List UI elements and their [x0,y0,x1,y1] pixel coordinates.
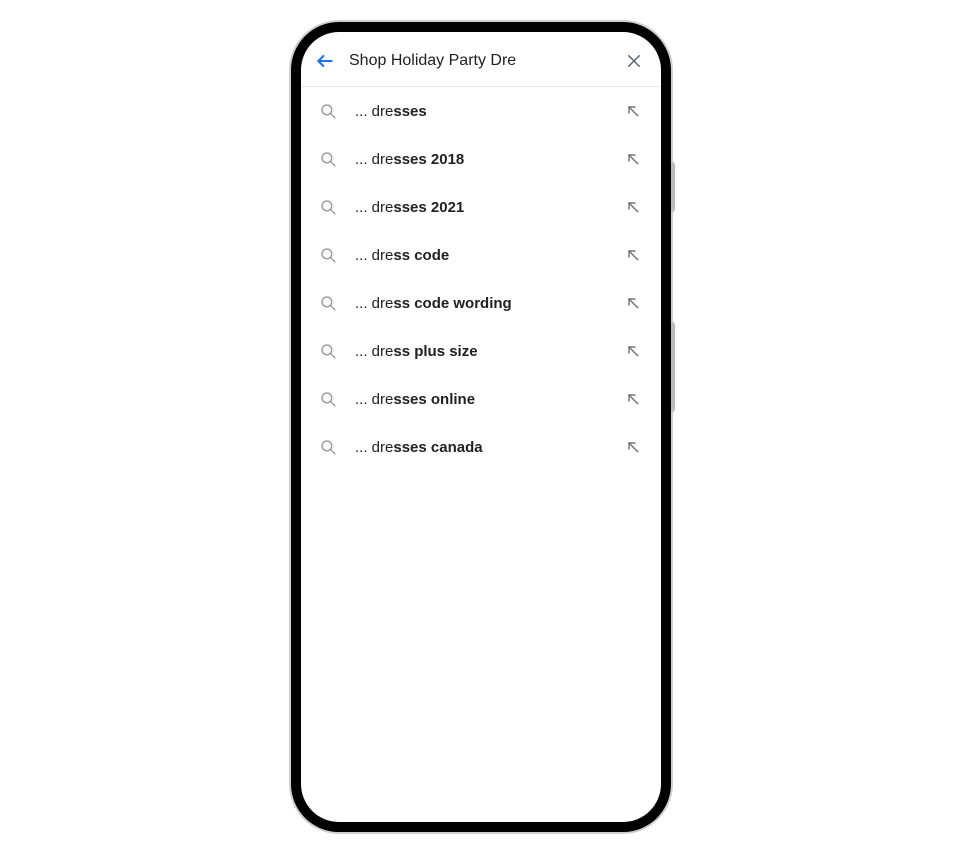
suggestion-icon-wrap [319,438,337,456]
fill-query-button[interactable] [623,341,643,361]
suggestion-bold: sses 2021 [393,199,464,216]
suggestion-icon-wrap [319,102,337,120]
search-header [301,32,661,87]
search-input-wrapper [349,52,607,70]
suggestion-prefix: ... dre [355,391,393,408]
fill-query-button[interactable] [623,437,643,457]
search-icon [319,438,337,456]
suggestion-row[interactable]: ... dresses 2018 [301,135,661,183]
suggestion-prefix: ... dre [355,103,393,120]
suggestion-bold: ss code wording [393,295,511,312]
phone-side-button [671,162,675,212]
suggestion-text: ... dresses 2021 [355,199,605,216]
suggestion-prefix: ... dre [355,247,393,264]
search-icon [319,294,337,312]
suggestion-row[interactable]: ... dress code [301,231,661,279]
suggestion-row[interactable]: ... dresses online [301,375,661,423]
suggestion-row[interactable]: ... dress code wording [301,279,661,327]
suggestion-text: ... dress plus size [355,343,605,360]
screen: ... dresses ... dresses 2018 ... dresses… [301,32,661,822]
search-icon [319,198,337,216]
clear-button[interactable] [621,48,647,74]
arrow-up-left-icon [625,295,641,311]
suggestion-icon-wrap [319,390,337,408]
suggestion-text: ... dresses online [355,391,605,408]
suggestion-text: ... dresses canada [355,439,605,456]
suggestion-prefix: ... dre [355,295,393,312]
back-button[interactable] [315,51,335,71]
fill-query-button[interactable] [623,389,643,409]
search-input[interactable] [349,52,607,70]
suggestion-icon-wrap [319,198,337,216]
suggestion-icon-wrap [319,342,337,360]
suggestion-row[interactable]: ... dresses [301,87,661,135]
fill-query-button[interactable] [623,293,643,313]
suggestion-prefix: ... dre [355,343,393,360]
suggestion-text: ... dress code wording [355,295,605,312]
search-icon [319,342,337,360]
fill-query-button[interactable] [623,197,643,217]
suggestion-prefix: ... dre [355,199,393,216]
search-icon [319,150,337,168]
suggestion-bold: sses [393,103,426,120]
arrow-up-left-icon [625,103,641,119]
suggestion-row[interactable]: ... dresses canada [301,423,661,471]
suggestions-list: ... dresses ... dresses 2018 ... dresses… [301,87,661,822]
suggestion-row[interactable]: ... dresses 2021 [301,183,661,231]
suggestion-prefix: ... dre [355,439,393,456]
search-icon [319,390,337,408]
arrow-left-icon [315,51,335,71]
arrow-up-left-icon [625,151,641,167]
arrow-up-left-icon [625,391,641,407]
arrow-up-left-icon [625,247,641,263]
phone-side-button [671,322,675,412]
suggestion-prefix: ... dre [355,151,393,168]
suggestion-row[interactable]: ... dress plus size [301,327,661,375]
suggestion-text: ... dresses 2018 [355,151,605,168]
suggestion-bold: ss code [393,247,449,264]
search-icon [319,102,337,120]
fill-query-button[interactable] [623,149,643,169]
close-icon [625,52,643,70]
arrow-up-left-icon [625,439,641,455]
suggestion-icon-wrap [319,294,337,312]
suggestion-text: ... dresses [355,103,605,120]
arrow-up-left-icon [625,343,641,359]
suggestion-icon-wrap [319,246,337,264]
arrow-up-left-icon [625,199,641,215]
suggestion-icon-wrap [319,150,337,168]
suggestion-text: ... dress code [355,247,605,264]
suggestion-bold: sses canada [393,439,482,456]
phone-frame: ... dresses ... dresses 2018 ... dresses… [291,22,671,832]
search-icon [319,246,337,264]
suggestion-bold: sses 2018 [393,151,464,168]
fill-query-button[interactable] [623,101,643,121]
suggestion-bold: ss plus size [393,343,477,360]
suggestion-bold: sses online [393,391,475,408]
fill-query-button[interactable] [623,245,643,265]
